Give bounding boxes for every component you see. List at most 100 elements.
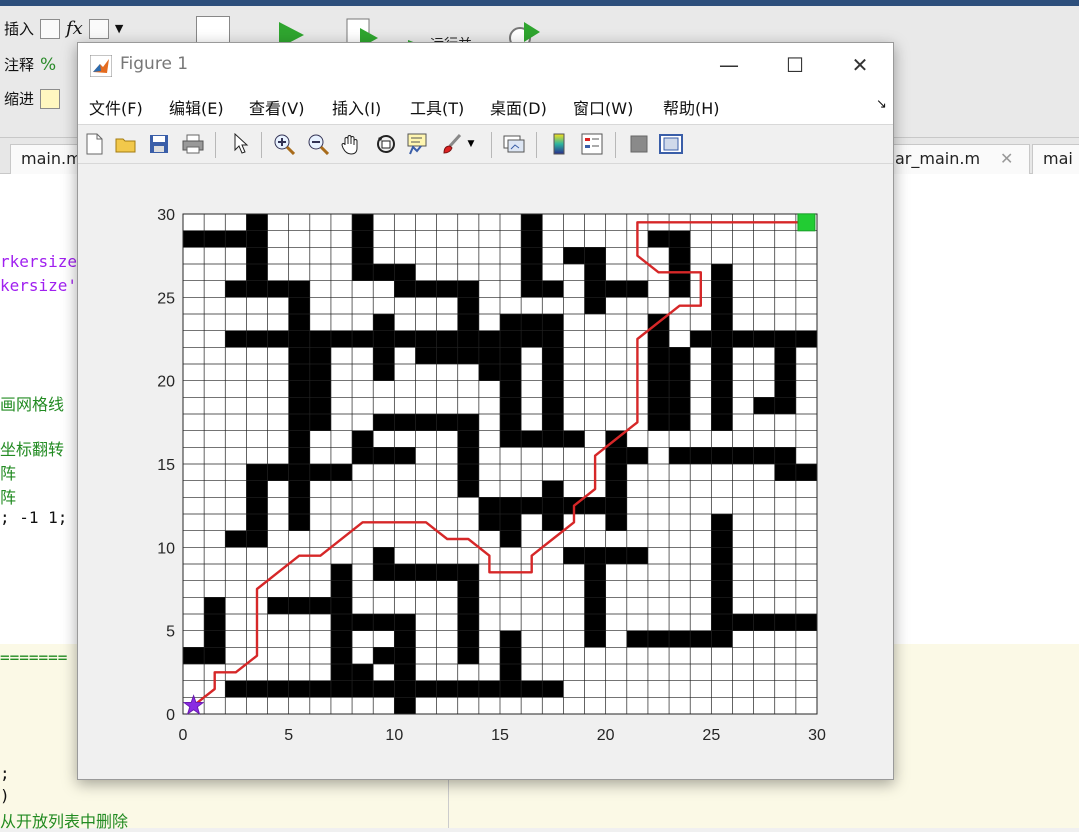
menu-insert[interactable]: 插入(I) [332, 95, 381, 119]
code-line: 画网格线 [0, 395, 65, 414]
y-tick-label: 15 [157, 457, 175, 474]
obstacle-cell [542, 480, 564, 531]
menu-desktop[interactable]: 桌面(D) [490, 95, 547, 119]
colorbar-icon[interactable] [546, 131, 572, 157]
insert-row[interactable]: 插入 fx ▼ [4, 18, 123, 39]
comment-row[interactable]: 注释 % [4, 54, 56, 75]
link-plot-icon[interactable] [501, 131, 527, 157]
zoom-out-icon[interactable] [305, 131, 331, 157]
data-cursor-icon[interactable] [404, 131, 430, 157]
close-button[interactable]: ✕ [838, 51, 882, 79]
obstacle-cell [183, 230, 247, 248]
close-icon: ✕ [851, 53, 869, 77]
minimize-button[interactable]: — [707, 51, 751, 79]
print-icon[interactable] [180, 131, 206, 157]
menu-window[interactable]: 窗口(W) [573, 95, 633, 119]
x-tick-label: 10 [385, 727, 403, 744]
obstacle-cell [711, 614, 817, 631]
maximize-button[interactable]: ☐ [773, 51, 817, 79]
menu-help[interactable]: 帮助(H) [663, 95, 720, 119]
cmd-line: ======= [0, 648, 68, 667]
figure-title: Figure 1 [120, 54, 189, 74]
insert-icon[interactable] [40, 18, 61, 39]
percent-icon[interactable]: % [40, 55, 56, 75]
obstacle-cell [457, 414, 479, 498]
matlab-logo-icon [90, 55, 112, 77]
pan-icon[interactable] [338, 131, 364, 157]
tab-ar-main-label: ar_main.m [895, 149, 981, 168]
minimize-icon: — [719, 53, 739, 77]
figure-canvas[interactable]: 0 5 10 15 20 25 30 0 5 10 15 20 25 30 [78, 165, 893, 779]
zoom-in-icon[interactable] [271, 131, 297, 157]
close-icon[interactable]: ✕ [1000, 149, 1013, 168]
obstacle-cell [647, 380, 670, 431]
x-tick-label: 25 [702, 727, 720, 744]
figure-titlebar[interactable]: Figure 1 — ☐ ✕ [78, 43, 893, 87]
code-line: ; -1 1; [0, 508, 68, 527]
menu-view[interactable]: 查看(V) [249, 95, 304, 119]
cmd-line: 从开放列表中删除 [0, 812, 129, 831]
new-figure-icon[interactable] [81, 131, 107, 157]
x-tick-label: 30 [808, 727, 826, 744]
obstacle-cell [225, 680, 458, 698]
hide-plot-tools-icon[interactable] [626, 131, 652, 157]
obstacle-cell [352, 264, 416, 281]
show-plot-tools-icon[interactable] [658, 131, 684, 157]
code-line: 阵 [0, 488, 17, 507]
code-line: rkersize [0, 252, 78, 271]
dock-arrow-icon[interactable]: ↘ [876, 97, 887, 112]
menu-edit[interactable]: 编辑(E) [169, 95, 224, 119]
y-tick-label: 30 [157, 207, 175, 224]
y-tick-label: 5 [166, 624, 175, 641]
tab-ar-main[interactable]: ar_main.m ✕ [884, 144, 1030, 174]
figure-toolbar: ▼ [78, 126, 893, 164]
x-tick-label: 15 [491, 727, 509, 744]
obstacle-cell [711, 347, 733, 398]
obstacle-cell [267, 597, 331, 614]
fx-icon[interactable]: fx [66, 18, 83, 39]
menu-file[interactable]: 文件(F) [89, 95, 143, 119]
brush-dropdown-icon[interactable]: ▼ [464, 131, 478, 157]
legend-icon[interactable] [579, 131, 605, 157]
obstacle-cell [457, 280, 479, 331]
cmd-line: ; [0, 764, 10, 783]
x-tick-label: 5 [284, 727, 293, 744]
pointer-icon[interactable] [228, 131, 254, 157]
x-tick-label: 0 [179, 727, 188, 744]
menu-tools[interactable]: 工具(T) [410, 95, 464, 119]
code-line: kersize' [0, 276, 78, 295]
indent-row[interactable]: 缩进 [4, 88, 61, 109]
open-icon[interactable] [113, 131, 139, 157]
save-icon[interactable] [146, 131, 172, 157]
toolbar-separator [615, 132, 616, 158]
tab-mai-label: mai [1043, 149, 1073, 168]
x-tick-label: 20 [597, 727, 615, 744]
y-tick-label: 0 [166, 707, 175, 724]
obstacle-cell [246, 214, 268, 298]
goal-marker [797, 213, 816, 232]
function-icon[interactable] [88, 18, 109, 39]
figure-menubar: 文件(F) 编辑(E) 查看(V) 插入(I) 工具(T) 桌面(D) 窗口(W… [78, 87, 893, 125]
toolbar-separator [491, 132, 492, 158]
indent-label: 缩进 [4, 90, 35, 108]
code-line: 阵 [0, 464, 17, 483]
figure-window[interactable]: Figure 1 — ☐ ✕ 文件(F) 编辑(E) 查看(V) 插入(I) 工… [77, 42, 894, 780]
rotate-icon[interactable] [373, 131, 399, 157]
brush-icon[interactable] [438, 131, 464, 157]
y-tick-label: 25 [157, 290, 175, 307]
y-tick-label: 10 [157, 540, 175, 557]
indent-icon[interactable] [40, 88, 61, 109]
tab-main-label: main.m [21, 149, 82, 168]
toolbar-separator [215, 132, 216, 158]
cmd-line: ) [0, 786, 10, 805]
obstacle-cell [352, 214, 374, 264]
y-tick-label: 20 [157, 374, 175, 391]
chevron-down-icon[interactable]: ▼ [115, 22, 123, 35]
tab-mai[interactable]: mai [1032, 144, 1079, 174]
maximize-icon: ☐ [786, 53, 804, 77]
insert-label: 插入 [4, 20, 35, 38]
obstacle-cell [626, 447, 648, 464]
obstacle-cell [711, 514, 733, 631]
maze-plot[interactable]: 0 5 10 15 20 25 30 0 5 10 15 20 25 30 [78, 165, 893, 779]
comment-label: 注释 [4, 56, 35, 74]
